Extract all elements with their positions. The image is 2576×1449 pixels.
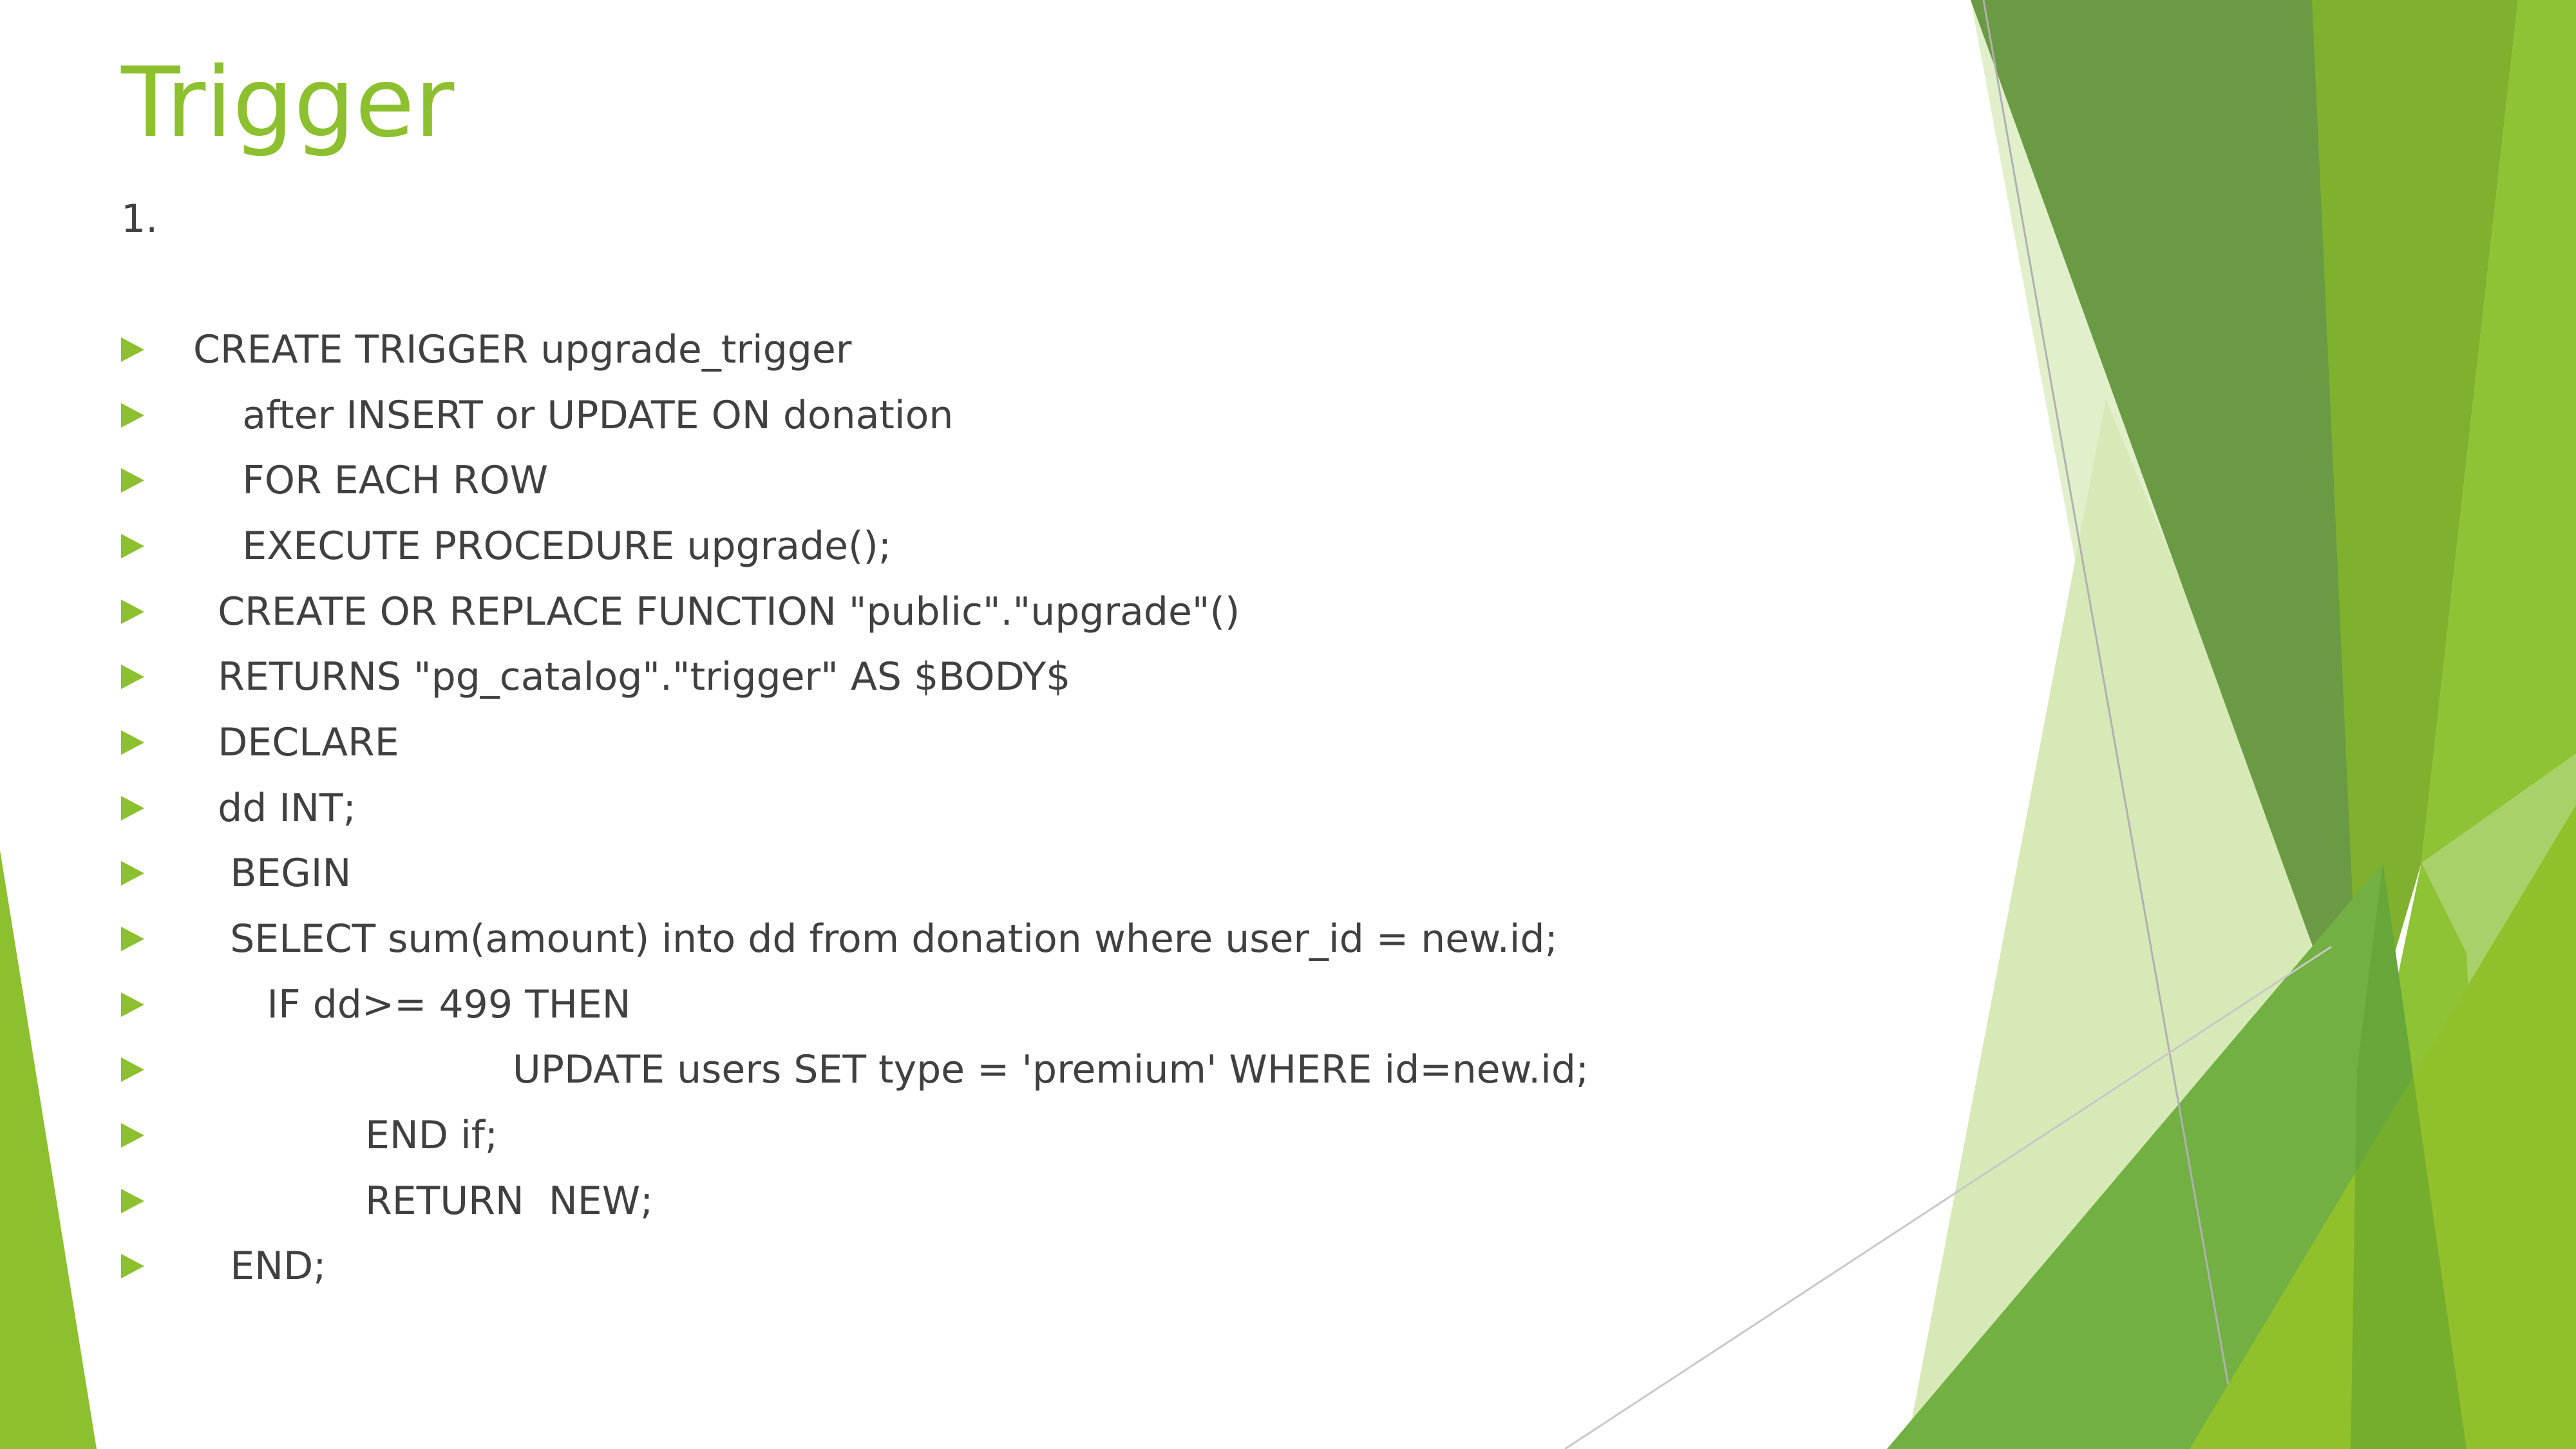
code-line: END if; [121, 1103, 1589, 1168]
code-line: CREATE TRIGGER upgrade_trigger [121, 317, 1589, 383]
code-line-text: CREATE OR REPLACE FUNCTION "public"."upg… [193, 589, 1240, 634]
triangle-bullet-icon [121, 533, 144, 558]
code-line-text: END; [193, 1244, 327, 1289]
code-line-text: IF dd>= 499 THEN [193, 981, 631, 1027]
code-line: IF dd>= 499 THEN [121, 972, 1589, 1037]
triangle-bullet-icon [121, 1123, 144, 1148]
code-line-text: RETURNS "pg_catalog"."trigger" AS $BODY$ [193, 654, 1071, 700]
triangle-bullet-icon [121, 468, 144, 493]
code-line: dd INT; [121, 775, 1589, 841]
code-line-text: BEGIN [193, 851, 352, 896]
slide-number-label: 1. [121, 196, 158, 242]
triangle-bullet-icon [121, 1254, 144, 1279]
triangle-bullet-icon [121, 992, 144, 1017]
triangle-bullet-icon [121, 1188, 144, 1213]
code-line-text: EXECUTE PROCEDURE upgrade(); [193, 523, 892, 569]
code-line-text: UPDATE users SET type = 'premium' WHERE … [193, 1047, 1589, 1093]
code-line: END; [121, 1234, 1589, 1300]
code-line-text: after INSERT or UPDATE ON donation [193, 392, 954, 438]
code-line: RETURN NEW; [121, 1168, 1589, 1234]
triangle-bullet-icon [121, 730, 144, 755]
code-line-text: RETURN NEW; [193, 1178, 654, 1224]
code-line: SELECT sum(amount) into dd from donation… [121, 906, 1589, 972]
code-bullet-list: CREATE TRIGGER upgrade_trigger after INS… [121, 317, 1589, 1299]
code-line-text: DECLARE [193, 719, 399, 765]
code-line-text: END if; [193, 1113, 498, 1159]
code-line-text: SELECT sum(amount) into dd from donation… [193, 916, 1558, 962]
triangle-bullet-icon [121, 337, 144, 362]
triangle-bullet-icon [121, 599, 144, 624]
code-line: BEGIN [121, 841, 1589, 907]
code-line-text: FOR EACH ROW [193, 458, 549, 504]
triangle-bullet-icon [121, 861, 144, 886]
code-line: after INSERT or UPDATE ON donation [121, 383, 1589, 448]
triangle-bullet-icon [121, 1057, 144, 1083]
code-line: EXECUTE PROCEDURE upgrade(); [121, 513, 1589, 579]
code-line-text: dd INT; [193, 785, 356, 831]
code-line: RETURNS "pg_catalog"."trigger" AS $BODY$ [121, 644, 1589, 710]
slide-title: Trigger [121, 47, 455, 159]
triangle-bullet-icon [121, 795, 144, 820]
triangle-bullet-icon [121, 402, 144, 428]
code-line-text: CREATE TRIGGER upgrade_trigger [193, 327, 852, 372]
triangle-bullet-icon [121, 927, 144, 952]
left-green-sliver [0, 850, 97, 1449]
code-line: UPDATE users SET type = 'premium' WHERE … [121, 1037, 1589, 1103]
slide: Trigger 1. CREATE TRIGGER upgrade_trigge… [0, 0, 2576, 1449]
code-line: CREATE OR REPLACE FUNCTION "public"."upg… [121, 579, 1589, 645]
code-line: DECLARE [121, 710, 1589, 775]
triangle-bullet-icon [121, 665, 144, 690]
code-line: FOR EACH ROW [121, 448, 1589, 513]
